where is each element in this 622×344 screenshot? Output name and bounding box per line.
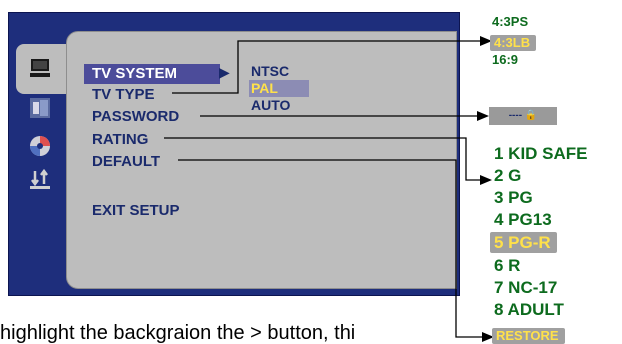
- rating-option-pg13[interactable]: 4 PG13: [494, 209, 552, 230]
- rating-option-g[interactable]: 2 G: [494, 165, 521, 186]
- rating-option-r[interactable]: 6 R: [494, 255, 520, 276]
- default-option-restore[interactable]: RESTORE: [492, 328, 565, 344]
- rating-option-pg-r[interactable]: 5 PG-R: [490, 232, 557, 253]
- aspect-option-4-3lb[interactable]: 4:3LB: [490, 35, 537, 51]
- caption-text: highlight the backgraion the > button, t…: [0, 322, 356, 344]
- rating-option-adult[interactable]: 8 ADULT: [494, 299, 564, 320]
- aspect-option-16-9[interactable]: 16:9: [492, 52, 518, 68]
- password-field[interactable]: ---- 🔒: [489, 107, 557, 125]
- rating-option-nc-17[interactable]: 7 NC-17: [494, 277, 557, 298]
- aspect-option-4-3ps[interactable]: 4:3PS: [492, 14, 528, 30]
- rating-option-kid-safe[interactable]: 1 KID SAFE: [494, 143, 588, 164]
- rating-option-pg[interactable]: 3 PG: [494, 187, 533, 208]
